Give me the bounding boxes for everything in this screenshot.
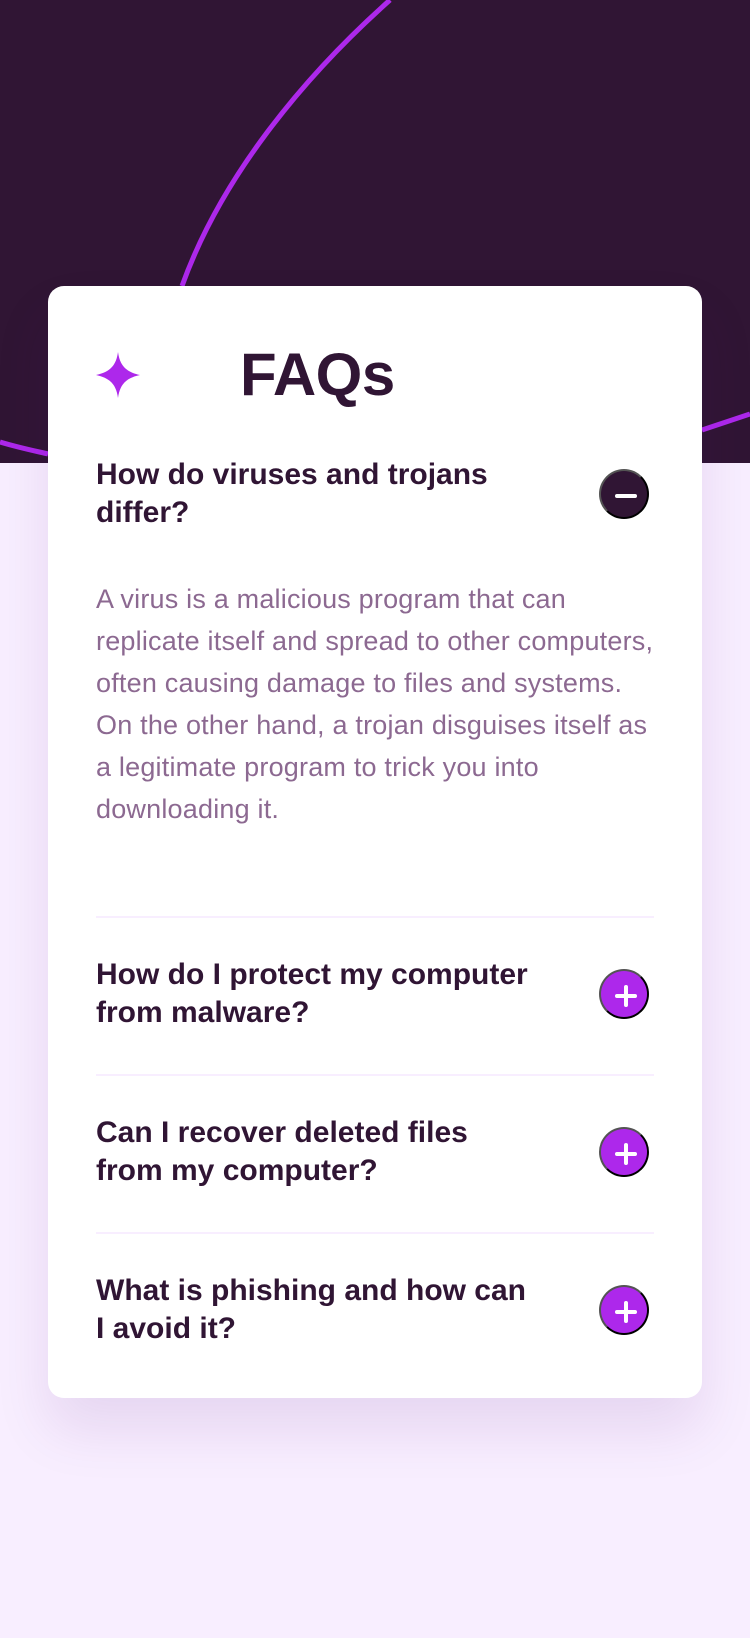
- faq-question[interactable]: How do I protect my computer from malwar…: [96, 956, 536, 1032]
- decorative-curve-top: [179, 0, 392, 287]
- faq-item-protect-computer: How do I protect my computer from malwar…: [96, 956, 654, 1056]
- faq-item-phishing: What is phishing and how can I avoid it?: [96, 1272, 654, 1372]
- faq-divider: [96, 916, 654, 918]
- faq-answer: A virus is a malicious program that can …: [96, 584, 654, 824]
- faq-card: FAQs How do viruses and trojans differ? …: [48, 286, 702, 1398]
- faq-title: FAQs: [240, 341, 395, 408]
- plus-icon[interactable]: [599, 969, 649, 1019]
- faq-question[interactable]: How do viruses and trojans differ?: [96, 456, 536, 532]
- faq-item-viruses-trojans: How do viruses and trojans differ? A vir…: [96, 456, 654, 836]
- faq-item-recover-files: Can I recover deleted files from my comp…: [96, 1114, 654, 1214]
- minus-icon[interactable]: [599, 469, 649, 519]
- plus-icon[interactable]: [599, 1285, 649, 1335]
- faq-question-row[interactable]: How do I protect my computer from malwar…: [96, 956, 654, 1036]
- plus-icon[interactable]: [599, 1127, 649, 1177]
- faq-question-row[interactable]: What is phishing and how can I avoid it?: [96, 1272, 654, 1352]
- decorative-curve-left: [0, 439, 49, 457]
- faq-divider: [96, 1232, 654, 1234]
- faq-question-row[interactable]: How do viruses and trojans differ?: [96, 456, 654, 536]
- faq-question[interactable]: Can I recover deleted files from my comp…: [96, 1114, 536, 1190]
- star-icon: [96, 352, 140, 398]
- decorative-curve-right: [701, 411, 750, 433]
- faq-header: FAQs: [96, 340, 654, 410]
- faq-divider: [96, 1074, 654, 1076]
- faq-question[interactable]: What is phishing and how can I avoid it?: [96, 1272, 536, 1348]
- faq-question-row[interactable]: Can I recover deleted files from my comp…: [96, 1114, 654, 1194]
